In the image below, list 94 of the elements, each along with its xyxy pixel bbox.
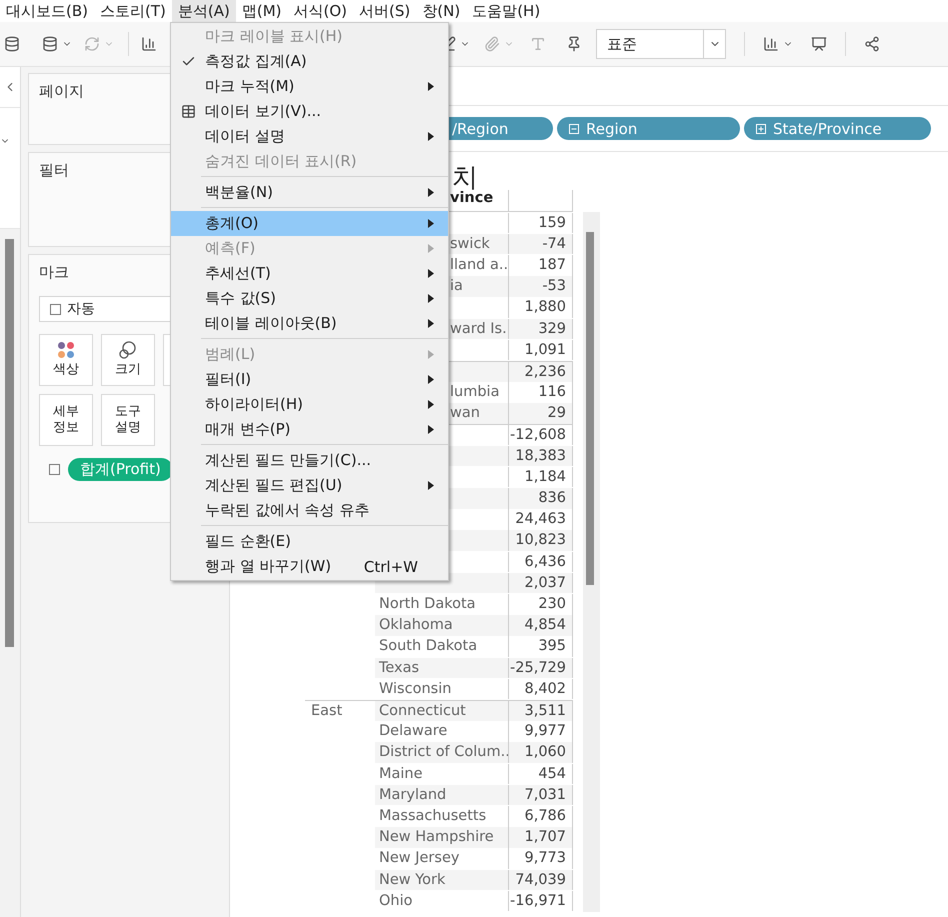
- database-icon[interactable]: [42, 36, 58, 52]
- submenu-arrow-icon: [428, 481, 434, 490]
- menu-item[interactable]: 누락된 값에서 속성 유추: [171, 498, 448, 523]
- mark-property-button[interactable]: 도구 설명: [101, 394, 155, 446]
- add-data-source-icon[interactable]: [4, 36, 20, 52]
- scrollbar-thumb[interactable]: [5, 239, 14, 647]
- view-size-dropdown[interactable]: 표준: [596, 29, 726, 59]
- submenu-arrow-icon: [428, 425, 434, 434]
- table-icon: [180, 104, 196, 119]
- scrollbar-thumb[interactable]: [586, 232, 594, 585]
- menu-bar-item[interactable]: 서버(S): [353, 0, 416, 22]
- menu-bar-item[interactable]: 스토리(T): [94, 0, 172, 22]
- table-cell: 454: [508, 764, 573, 784]
- table-cell: 836: [508, 488, 573, 509]
- button-label[interactable]: 크기: [115, 362, 141, 379]
- table-cell: -74: [508, 234, 573, 254]
- table-cell: 187: [508, 254, 573, 276]
- table-cell: 9,977: [508, 721, 573, 742]
- paperclip-icon[interactable]: [484, 36, 500, 52]
- submenu-arrow-icon: [428, 319, 434, 328]
- table-cell: 3,511: [508, 700, 573, 721]
- table-cell: 2,037: [508, 572, 573, 594]
- circles-icon: [118, 341, 138, 360]
- menu-bar-item[interactable]: 대시보드(B): [0, 0, 94, 22]
- table-cell: New York: [375, 870, 508, 890]
- presentation-icon[interactable]: [811, 36, 827, 52]
- submenu-arrow-icon: [428, 219, 434, 228]
- submenu-arrow-icon: [428, 188, 434, 197]
- menu-item[interactable]: 필드 순환(E): [171, 529, 448, 554]
- menu-bar-item[interactable]: 맵(M): [236, 0, 288, 22]
- submenu-arrow-icon: [428, 350, 434, 359]
- table-cell: 159: [508, 212, 573, 234]
- button-label[interactable]: 세부 정보: [48, 404, 84, 436]
- table-cell: New Hampshire: [375, 827, 508, 848]
- mark-property-button[interactable]: 색상: [39, 334, 93, 386]
- submenu-arrow-icon: [428, 82, 434, 91]
- table-cell: Oklahoma: [375, 615, 508, 636]
- table-cell: 1,060: [508, 742, 573, 763]
- bar-chart-icon[interactable]: [141, 36, 157, 52]
- table-cell: 6,786: [508, 806, 573, 827]
- pin-icon[interactable]: [566, 36, 582, 52]
- table-cell: 1,184: [508, 466, 573, 488]
- table-cell: -12,608: [508, 424, 573, 446]
- menu-bar-item[interactable]: 서식(O): [288, 0, 354, 22]
- submenu-arrow-icon: [428, 375, 434, 384]
- sheet-title: 치: [452, 162, 478, 192]
- table-cell: 329: [508, 318, 573, 340]
- table-cell: -16,971: [508, 890, 573, 912]
- table-cell: 8,402: [508, 678, 573, 700]
- table-cell: District of Colum..: [375, 742, 508, 763]
- table-cell: 4,854: [508, 615, 573, 636]
- submenu-arrow-icon: [428, 400, 434, 409]
- table-cell: 1,880: [508, 297, 573, 318]
- table-cell: 395: [508, 636, 573, 657]
- table-cell: 230: [508, 594, 573, 615]
- share-icon[interactable]: [864, 36, 880, 52]
- text-mark-icon: [49, 464, 60, 475]
- menu-item[interactable]: 마크 누적(M): [171, 74, 448, 99]
- bar-chart-icon[interactable]: [763, 36, 779, 52]
- table-cell: Texas: [375, 658, 508, 678]
- submenu-arrow-icon: [428, 132, 434, 141]
- menu-bar-item[interactable]: 도움말(H): [466, 0, 546, 22]
- menu-bar-item[interactable]: 창(N): [416, 0, 466, 22]
- button-label[interactable]: 색상: [53, 362, 79, 379]
- menu-item[interactable]: 측정값 집계(A): [171, 49, 448, 74]
- mark-property-button[interactable]: 세부 정보: [39, 394, 93, 446]
- table-cell: 24,463: [508, 509, 573, 530]
- mark-property-button[interactable]: 크기: [101, 334, 155, 386]
- submenu-arrow-icon: [428, 294, 434, 303]
- table-cell: 7,031: [508, 784, 573, 806]
- table-cell: Connecticut: [375, 700, 508, 721]
- table-cell: 18,383: [508, 446, 573, 466]
- menu-item[interactable]: 계산된 필드 만들기(C)...: [171, 448, 448, 473]
- menu-item[interactable]: 계산된 필드 편집(U): [171, 473, 448, 498]
- button-label[interactable]: 도구 설명: [110, 404, 146, 436]
- table-cell: 9,773: [508, 848, 573, 869]
- submenu-arrow-icon: [428, 244, 434, 253]
- table-cell: Maryland: [375, 784, 508, 806]
- table-cell: -25,729: [508, 658, 573, 678]
- table-cell: 2,236: [508, 360, 573, 382]
- table-cell: 10,823: [508, 530, 573, 551]
- column-header: [508, 190, 573, 212]
- table-cell: 6,436: [508, 552, 573, 572]
- submenu-arrow-icon: [428, 269, 434, 278]
- table-cell: -53: [508, 276, 573, 297]
- menu-item[interactable]: 총계(O): [171, 211, 448, 236]
- menu-bar-item[interactable]: 분석(A): [172, 0, 236, 22]
- table-cell: 1,707: [508, 827, 573, 848]
- color-dots-icon: [57, 341, 75, 360]
- table-cell: 74,039: [508, 870, 573, 890]
- table-cell: 29: [508, 403, 573, 424]
- table-cell: 1,091: [508, 340, 573, 360]
- table-cell: 116: [508, 382, 573, 403]
- menu-item[interactable]: 행과 열 바꾸기(W) Ctrl+W: [171, 554, 448, 579]
